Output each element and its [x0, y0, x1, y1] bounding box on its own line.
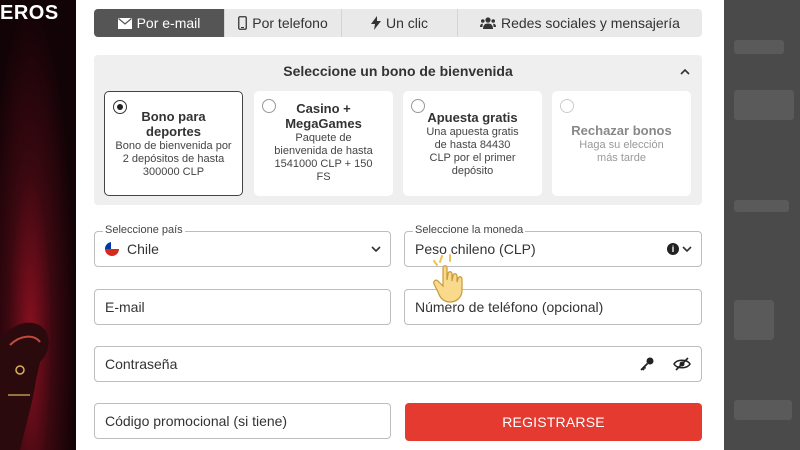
- bonus-card-title: Bono para deportes: [141, 109, 206, 139]
- promo-placeholder: Código promocional (si tiene): [105, 413, 288, 429]
- chevron-up-icon[interactable]: [678, 65, 692, 79]
- tab-phone[interactable]: Por telefono: [225, 9, 342, 37]
- bonus-card-title: Rechazar bonos: [571, 123, 672, 138]
- bonus-card-description: Una apuesta gratis de hasta 84430 CLP po…: [426, 126, 519, 177]
- email-placeholder: E-mail: [105, 299, 145, 315]
- pointer-hand-icon: [433, 254, 463, 303]
- tab-phone-label: Por telefono: [252, 15, 328, 31]
- registration-modal: Por e-mail Por telefono Un clic Redes so…: [76, 0, 724, 450]
- country-label: Seleccione país: [103, 224, 185, 236]
- tab-social[interactable]: Redes sociales y mensajería: [458, 9, 702, 37]
- bonus-card-description: Bono de bienvenida por 2 depósitos de ha…: [115, 140, 232, 178]
- password-field[interactable]: Contraseña: [94, 346, 702, 382]
- welcome-bonus-section: Seleccione un bono de bienvenida Bono pa…: [94, 55, 702, 205]
- background-page: [724, 0, 800, 450]
- country-select[interactable]: Seleccione país Chile: [94, 224, 391, 267]
- bonus-radio-casino[interactable]: [262, 99, 276, 113]
- bonus-card-sports[interactable]: Bono para deportes Bono de bienvenida po…: [104, 91, 243, 196]
- bonus-card-free-bet[interactable]: Apuesta gratis Una apuesta gratis de has…: [403, 91, 542, 196]
- bonus-radio-free-bet[interactable]: [411, 99, 425, 113]
- users-icon: [480, 17, 496, 29]
- tab-social-label: Redes sociales y mensajería: [501, 15, 680, 31]
- bonus-radio-decline[interactable]: [560, 99, 574, 113]
- bonus-radio-sports[interactable]: [113, 100, 127, 114]
- info-icon[interactable]: i: [667, 243, 679, 255]
- horse-image: [0, 322, 49, 450]
- phone-icon: [238, 16, 248, 30]
- promo-background: EROS: [0, 0, 76, 450]
- bonus-card-casino[interactable]: Casino + MegaGames Paquete de bienvenida…: [254, 91, 393, 196]
- tab-email-label: Por e-mail: [136, 15, 201, 31]
- promo-title: EROS: [0, 2, 59, 24]
- country-value: Chile: [127, 241, 159, 257]
- tab-one-click-label: Un clic: [385, 15, 428, 31]
- bonus-card-title: Apuesta gratis: [427, 110, 518, 125]
- bonus-card-description: Haga su elección más tarde: [579, 139, 664, 164]
- bonus-card-description: Paquete de bienvenida de hasta 1541000 C…: [274, 132, 373, 183]
- tab-email[interactable]: Por e-mail: [94, 9, 225, 37]
- register-button[interactable]: REGISTRARSE: [405, 403, 702, 441]
- email-field[interactable]: E-mail: [94, 289, 391, 325]
- promo-code-field[interactable]: Código promocional (si tiene): [94, 403, 391, 439]
- key-icon[interactable]: [639, 356, 655, 372]
- bonus-card-title: Casino + MegaGames: [285, 101, 362, 131]
- eye-slash-icon[interactable]: [673, 357, 691, 371]
- bonus-section-title: Seleccione un bono de bienvenida: [283, 63, 513, 79]
- currency-label: Seleccione la moneda: [413, 224, 526, 236]
- registration-method-tabs: Por e-mail Por telefono Un clic Redes so…: [94, 9, 702, 37]
- lightning-icon: [370, 16, 381, 30]
- chevron-down-icon: [682, 246, 692, 253]
- chevron-down-icon: [371, 246, 381, 253]
- chile-flag-icon: [105, 242, 119, 256]
- tab-one-click[interactable]: Un clic: [342, 9, 458, 37]
- bonus-card-decline[interactable]: Rechazar bonos Haga su elección más tard…: [552, 91, 691, 196]
- password-placeholder: Contraseña: [105, 356, 178, 372]
- envelope-icon: [117, 17, 132, 29]
